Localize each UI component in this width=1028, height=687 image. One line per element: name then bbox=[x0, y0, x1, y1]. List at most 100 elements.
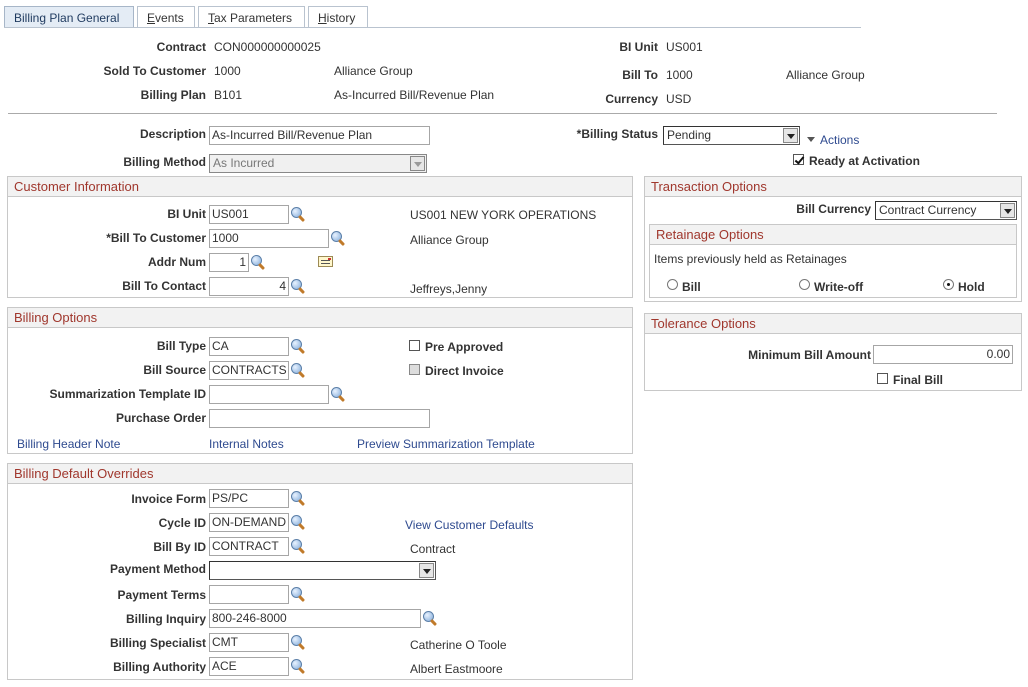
pre-approved-label: Pre Approved bbox=[425, 340, 504, 354]
final-bill-checkbox[interactable] bbox=[877, 373, 888, 384]
address-note-icon[interactable] bbox=[318, 256, 333, 267]
description-input[interactable]: As-Incurred Bill/Revenue Plan bbox=[209, 126, 430, 145]
search-icon[interactable] bbox=[290, 206, 306, 222]
purchase-order-input[interactable] bbox=[209, 409, 430, 428]
tab-tax-parameters[interactable]: Tax Parameters bbox=[198, 6, 305, 28]
tab-history[interactable]: History bbox=[308, 6, 368, 28]
direct-invoice-label: Direct Invoice bbox=[425, 364, 504, 378]
ci-bi-unit-desc: US001 NEW YORK OPERATIONS bbox=[410, 208, 597, 222]
tolerance-options-title: Tolerance Options bbox=[645, 314, 1021, 334]
actions-link[interactable]: Actions bbox=[820, 133, 859, 147]
bill-by-label: Bill By ID bbox=[153, 540, 206, 554]
search-icon[interactable] bbox=[330, 386, 346, 402]
payment-method-select[interactable] bbox=[209, 561, 436, 580]
bill-source-input[interactable]: CONTRACTS bbox=[209, 361, 289, 380]
search-icon[interactable] bbox=[290, 362, 306, 378]
search-icon[interactable] bbox=[250, 254, 266, 270]
billing-plan-label: Billing Plan bbox=[140, 88, 206, 102]
tab-billing-plan-general[interactable]: Billing Plan General bbox=[4, 6, 134, 28]
purchase-order-label: Purchase Order bbox=[115, 411, 206, 425]
internal-notes-link[interactable]: Internal Notes bbox=[209, 437, 284, 451]
billing-inquiry-label: Billing Inquiry bbox=[126, 612, 206, 626]
radio-bill[interactable] bbox=[667, 279, 678, 290]
retainage-options-title: Retainage Options bbox=[650, 225, 1016, 245]
invoice-form-input[interactable]: PS/PC bbox=[209, 489, 289, 508]
billing-status-value: Pending bbox=[667, 128, 712, 142]
bill-to-label: Bill To bbox=[622, 68, 658, 82]
ci-bi-unit-label: BI Unit bbox=[167, 207, 206, 221]
bill-to-value: 1000 bbox=[666, 68, 693, 82]
ready-at-activation-label: Ready at Activation bbox=[809, 154, 920, 168]
min-bill-amount-input[interactable]: 0.00 bbox=[873, 345, 1013, 364]
ci-contact-desc: Jeffreys,Jenny bbox=[410, 282, 488, 296]
radio-bill-label: Bill bbox=[682, 280, 701, 294]
search-icon[interactable] bbox=[330, 230, 346, 246]
bill-by-desc: Contract bbox=[410, 542, 456, 556]
search-icon[interactable] bbox=[422, 610, 438, 626]
preview-summarization-link[interactable]: Preview Summarization Template bbox=[357, 437, 535, 451]
billing-specialist-input[interactable]: CMT bbox=[209, 633, 289, 652]
search-icon[interactable] bbox=[290, 278, 306, 294]
actions-caret-icon bbox=[807, 137, 815, 142]
min-bill-amount-label: Minimum Bill Amount bbox=[748, 348, 871, 362]
billing-status-select[interactable]: Pending bbox=[663, 126, 800, 145]
ci-bill-to-label: *Bill To Customer bbox=[106, 231, 206, 245]
tab-label: Billing Plan General bbox=[14, 11, 120, 25]
chevron-down-icon bbox=[419, 563, 434, 578]
billing-default-overrides-title: Billing Default Overrides bbox=[8, 464, 632, 484]
billing-inquiry-input[interactable]: 800-246-8000 bbox=[209, 609, 421, 628]
bill-currency-label: Bill Currency bbox=[796, 202, 871, 216]
bill-to-name: Alliance Group bbox=[786, 68, 865, 82]
billing-method-select[interactable]: As Incurred bbox=[209, 154, 427, 173]
transaction-options-title: Transaction Options bbox=[645, 177, 1021, 197]
search-icon[interactable] bbox=[290, 514, 306, 530]
chevron-down-icon bbox=[783, 128, 798, 143]
billing-header-note-link[interactable]: Billing Header Note bbox=[17, 437, 120, 451]
bill-currency-select[interactable]: Contract Currency bbox=[875, 201, 1017, 220]
search-icon[interactable] bbox=[290, 538, 306, 554]
payment-terms-label: Payment Terms bbox=[117, 588, 206, 602]
bill-by-input[interactable]: CONTRACT bbox=[209, 537, 289, 556]
ci-bi-unit-input[interactable]: US001 bbox=[209, 205, 289, 224]
tab-events[interactable]: Events bbox=[137, 6, 195, 28]
payment-terms-input[interactable] bbox=[209, 585, 289, 604]
summ-template-input[interactable] bbox=[209, 385, 329, 404]
chevron-down-icon bbox=[1000, 203, 1015, 218]
payment-method-label: Payment Method bbox=[109, 562, 206, 576]
bi-unit-value: US001 bbox=[666, 40, 703, 54]
sold-to-name: Alliance Group bbox=[334, 64, 413, 78]
billing-authority-input[interactable]: ACE bbox=[209, 657, 289, 676]
ci-bill-to-input[interactable]: 1000 bbox=[209, 229, 329, 248]
search-icon[interactable] bbox=[290, 658, 306, 674]
billing-options-group: Billing Options bbox=[7, 307, 633, 454]
bill-type-label: Bill Type bbox=[156, 339, 206, 353]
contract-label: Contract bbox=[156, 40, 206, 54]
search-icon[interactable] bbox=[290, 338, 306, 354]
search-icon[interactable] bbox=[290, 490, 306, 506]
ci-contact-input[interactable]: 4 bbox=[209, 277, 289, 296]
cycle-id-label: Cycle ID bbox=[158, 516, 206, 530]
radio-hold[interactable] bbox=[943, 279, 954, 290]
ready-at-activation-checkbox[interactable] bbox=[793, 154, 804, 165]
billing-specialist-label: Billing Specialist bbox=[109, 636, 206, 650]
view-customer-defaults-link[interactable]: View Customer Defaults bbox=[405, 518, 534, 532]
billing-plan-value: B101 bbox=[214, 88, 243, 102]
header-divider bbox=[8, 113, 997, 114]
radio-write-off[interactable] bbox=[799, 279, 810, 290]
billing-options-title: Billing Options bbox=[8, 308, 632, 328]
ci-addr-input[interactable]: 1 bbox=[209, 253, 249, 272]
direct-invoice-checkbox[interactable] bbox=[409, 364, 420, 375]
bill-type-input[interactable]: CA bbox=[209, 337, 289, 356]
cycle-id-input[interactable]: ON-DEMAND bbox=[209, 513, 289, 532]
pre-approved-checkbox[interactable] bbox=[409, 340, 420, 351]
radio-hold-label: Hold bbox=[958, 280, 985, 294]
ci-bill-to-desc: Alliance Group bbox=[410, 233, 489, 247]
search-icon[interactable] bbox=[290, 634, 306, 650]
final-bill-label: Final Bill bbox=[893, 373, 944, 387]
ci-addr-label: Addr Num bbox=[148, 255, 206, 269]
customer-information-title: Customer Information bbox=[8, 177, 632, 197]
retainage-text: Items previously held as Retainages bbox=[654, 252, 847, 266]
bi-unit-label: BI Unit bbox=[619, 40, 658, 54]
search-icon[interactable] bbox=[290, 586, 306, 602]
bill-source-label: Bill Source bbox=[143, 363, 206, 377]
